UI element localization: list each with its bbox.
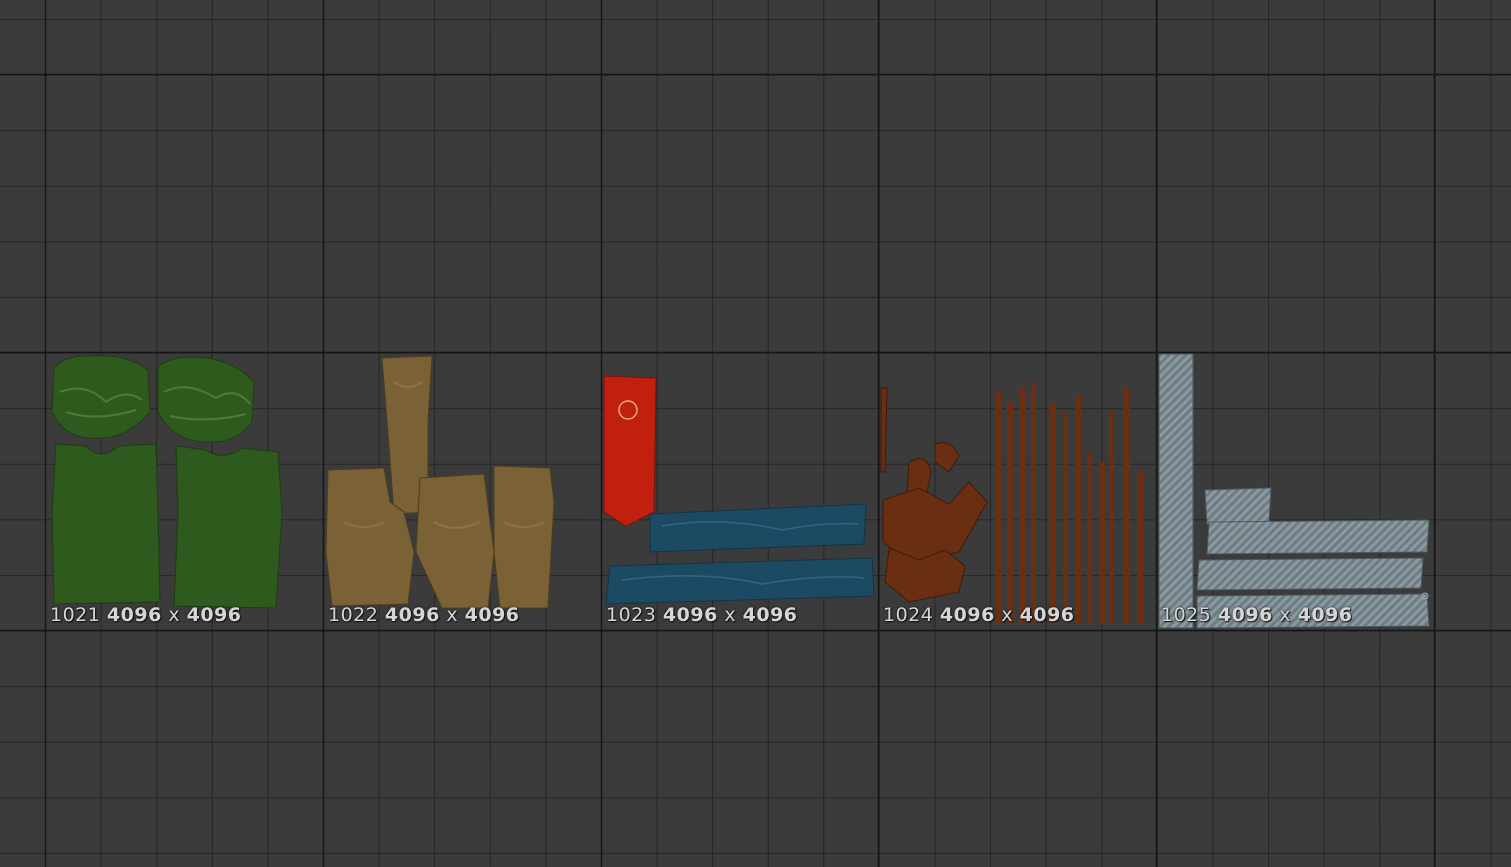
texture-height: 4096 <box>464 604 520 626</box>
size-separator: x <box>1279 604 1292 626</box>
uv-editor-viewport[interactable]: 1021 4096 x 4096 1022 4096 x 4096 1023 4… <box>0 0 1511 867</box>
udim-tile-1022[interactable]: 1022 4096 x 4096 <box>324 352 602 630</box>
texture-preview-1024 <box>880 382 1143 624</box>
texture-preview-1023 <box>603 375 875 605</box>
udim-number: 1023 <box>606 604 657 626</box>
texture-width: 4096 <box>939 604 995 626</box>
tile-label-1023: 1023 4096 x 4096 <box>606 604 798 626</box>
texture-width: 4096 <box>1217 604 1273 626</box>
size-separator: x <box>168 604 181 626</box>
texture-preview-1021 <box>51 355 283 609</box>
tile-label-1021: 1021 4096 x 4096 <box>50 604 242 626</box>
udim-tile-1021[interactable]: 1021 4096 x 4096 <box>46 352 324 630</box>
size-separator: x <box>1001 604 1014 626</box>
texture-height: 4096 <box>742 604 798 626</box>
udim-number: 1025 <box>1161 604 1212 626</box>
texture-width: 4096 <box>106 604 162 626</box>
udim-number: 1022 <box>328 604 379 626</box>
udim-number: 1021 <box>50 604 101 626</box>
tile-label-1025: 1025 4096 x 4096 <box>1161 604 1353 626</box>
texture-height: 4096 <box>1019 604 1075 626</box>
texture-height: 4096 <box>186 604 242 626</box>
udim-number: 1024 <box>883 604 934 626</box>
size-separator: x <box>446 604 459 626</box>
texture-width: 4096 <box>384 604 440 626</box>
size-separator: x <box>724 604 737 626</box>
tile-label-1022: 1022 4096 x 4096 <box>328 604 520 626</box>
texture-width: 4096 <box>662 604 718 626</box>
texture-preview-1022 <box>325 355 555 609</box>
texture-height: 4096 <box>1297 604 1353 626</box>
udim-tile-1025[interactable]: 1025 4096 x 4096 <box>1157 352 1435 630</box>
texture-preview-1025 <box>1158 353 1430 629</box>
tile-label-1024: 1024 4096 x 4096 <box>883 604 1075 626</box>
udim-tile-1023[interactable]: 1023 4096 x 4096 <box>602 352 880 630</box>
udim-tile-1024[interactable]: 1024 4096 x 4096 <box>879 352 1157 630</box>
